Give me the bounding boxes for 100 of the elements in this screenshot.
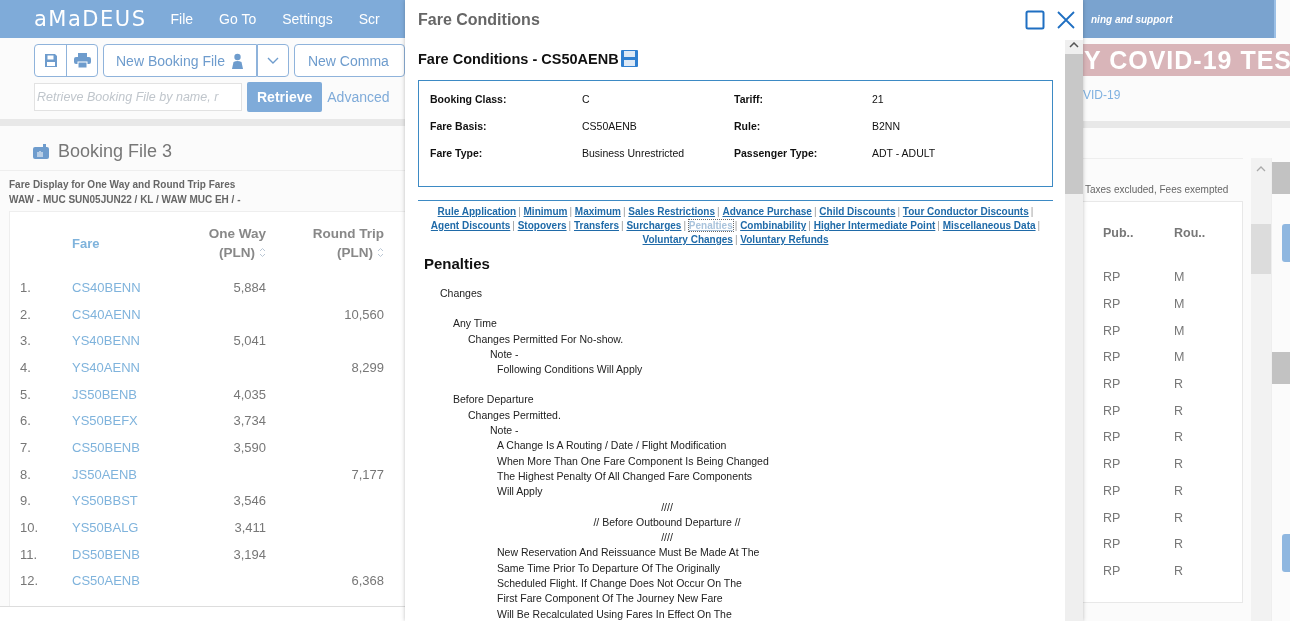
info-value: Business Unrestricted <box>582 147 686 161</box>
row-number: 7. <box>20 439 32 455</box>
fare-link[interactable]: CS50BENB <box>72 439 172 455</box>
section-link[interactable]: Transfers <box>574 220 619 231</box>
column-header[interactable]: Pub.. <box>1103 226 1174 240</box>
fare-link[interactable]: YS50BALG <box>72 520 172 536</box>
penalty-text: //// <box>660 499 674 515</box>
scrollbar[interactable] <box>1065 40 1083 621</box>
section-link[interactable]: Child Discounts <box>819 206 896 217</box>
menu-item[interactable]: Go To <box>219 11 257 27</box>
fare-link[interactable]: DS50BENB <box>72 546 172 562</box>
section-link[interactable]: Tour Conductor Discounts <box>902 206 1029 217</box>
penalty-text: Changes <box>440 286 484 301</box>
menu-item[interactable]: File <box>170 11 194 27</box>
column-header[interactable]: One Way (PLN) <box>172 226 268 260</box>
table-cell-text: R <box>1174 563 1185 578</box>
scroll-thumb[interactable] <box>1065 54 1083 194</box>
app-logo: aMaDEUS <box>34 7 147 31</box>
penalty-text: Any Time <box>453 316 498 332</box>
row-number: 10. <box>20 520 40 536</box>
table-cell-text: M <box>1174 350 1186 365</box>
table-cell-text: 3,734 <box>232 413 267 429</box>
section-link[interactable]: Agent Discounts <box>430 220 511 231</box>
fare-link[interactable]: JS50AENB <box>72 466 172 482</box>
new-booking-file-button[interactable]: New Booking File <box>103 44 257 77</box>
table-cell-text: R <box>1174 510 1185 525</box>
sort-icon[interactable] <box>377 247 384 258</box>
table-cell-text: R <box>1174 377 1185 392</box>
row-number: 3. <box>20 333 32 349</box>
penalty-text: Will Apply <box>497 484 544 500</box>
section-link[interactable]: Combinability <box>740 220 807 231</box>
table-cell-text: R <box>1174 430 1185 445</box>
section-link[interactable]: Advance Purchase <box>722 206 812 217</box>
separator-text: | <box>717 206 720 217</box>
separator-text: | <box>937 220 940 231</box>
retrieve-button[interactable]: Retrieve <box>247 82 323 112</box>
sort-icon[interactable] <box>259 247 266 258</box>
info-label: Fare Type: <box>430 147 484 161</box>
fare-link[interactable]: YS50BEFX <box>72 413 172 429</box>
table-cell-text: 7,177 <box>350 466 385 482</box>
save-icon[interactable] <box>620 50 638 67</box>
table-cell-text: RP <box>1103 403 1122 418</box>
fare-link[interactable]: CS50AENB <box>72 573 172 589</box>
column-header[interactable]: Fare <box>72 235 172 251</box>
section-link[interactable]: Miscellaneous Data <box>942 220 1036 231</box>
info-value: 21 <box>872 93 885 107</box>
banner-link[interactable]: VID-19 <box>1083 76 1290 114</box>
section-link[interactable]: Higher Intermediate Point <box>813 220 936 231</box>
penalty-text: Following Conditions Will Apply <box>497 362 644 378</box>
section-link[interactable]: Voluntary Changes <box>642 234 733 245</box>
fare-link[interactable]: YS40AENN <box>72 359 172 375</box>
table-cell-text: 3,546 <box>232 493 267 509</box>
fare-link[interactable]: JS50BENB <box>72 386 172 402</box>
advanced-link[interactable]: Advanced <box>327 89 390 105</box>
dropdown-button[interactable] <box>256 44 289 77</box>
support-link[interactable]: ning and support <box>1083 13 1173 25</box>
maximize-icon[interactable] <box>1025 10 1045 30</box>
fare-link[interactable]: CS40BENN <box>72 279 172 295</box>
section-link[interactable]: Rule Application <box>437 206 517 217</box>
info-value: CS50AENB <box>582 120 638 134</box>
section-link[interactable]: Sales Restrictions <box>628 206 716 217</box>
row-number: 2. <box>20 306 32 322</box>
new-command-button[interactable]: New Comma <box>293 44 405 77</box>
dialog-title: Fare Conditions <box>418 11 541 29</box>
section-link[interactable]: Penalties <box>688 220 733 231</box>
info-label: Booking Class: <box>430 93 508 107</box>
fare-link[interactable]: YS40BENN <box>72 333 172 349</box>
separator-text: | <box>621 220 624 231</box>
info-label: Rule: <box>734 120 762 134</box>
route-text: WAW - MUC SUN05JUN22 / KL / WAW MUC EH / - <box>8 193 242 205</box>
row-number: 5. <box>20 386 32 402</box>
section-link[interactable]: Surcharges <box>626 220 682 231</box>
table-cell-text: RP <box>1103 537 1122 552</box>
column-header[interactable]: Rou.. <box>1174 226 1234 240</box>
menu-item[interactable]: Scr <box>358 11 380 27</box>
section-link[interactable]: Stopovers <box>517 220 567 231</box>
fare-link[interactable]: CS40AENN <box>72 306 172 322</box>
chevron-up-icon[interactable] <box>1069 42 1079 48</box>
menu-item[interactable]: Settings <box>282 11 333 27</box>
column-header[interactable]: Round Trip (PLN) <box>268 226 394 260</box>
separator-text: | <box>734 220 738 231</box>
person-icon <box>230 52 244 69</box>
table-cell-text: RP <box>1103 510 1122 525</box>
section-link[interactable]: Maximum <box>574 206 621 217</box>
table-cell-text: 3,411 <box>233 520 267 536</box>
side-button[interactable] <box>1282 224 1290 262</box>
fare-conditions-heading: Fare Conditions - CS50AENB <box>418 50 619 67</box>
separator-text: | <box>897 206 901 217</box>
table-cell-text: RP <box>1103 297 1122 312</box>
separator-text: | <box>512 220 515 231</box>
scrollbar[interactable] <box>1251 158 1271 621</box>
retrieve-field[interactable]: Retrieve Booking File by name, r <box>34 83 242 111</box>
scroll-thumb[interactable] <box>1251 224 1271 274</box>
separator-text: | <box>568 220 572 231</box>
table-cell-text: RP <box>1103 350 1122 365</box>
section-link[interactable]: Voluntary Refunds <box>740 234 829 245</box>
side-button[interactable] <box>1282 534 1290 572</box>
close-icon[interactable] <box>1057 11 1075 29</box>
section-link[interactable]: Minimum <box>523 206 568 217</box>
fare-link[interactable]: YS50BBST <box>72 493 172 509</box>
